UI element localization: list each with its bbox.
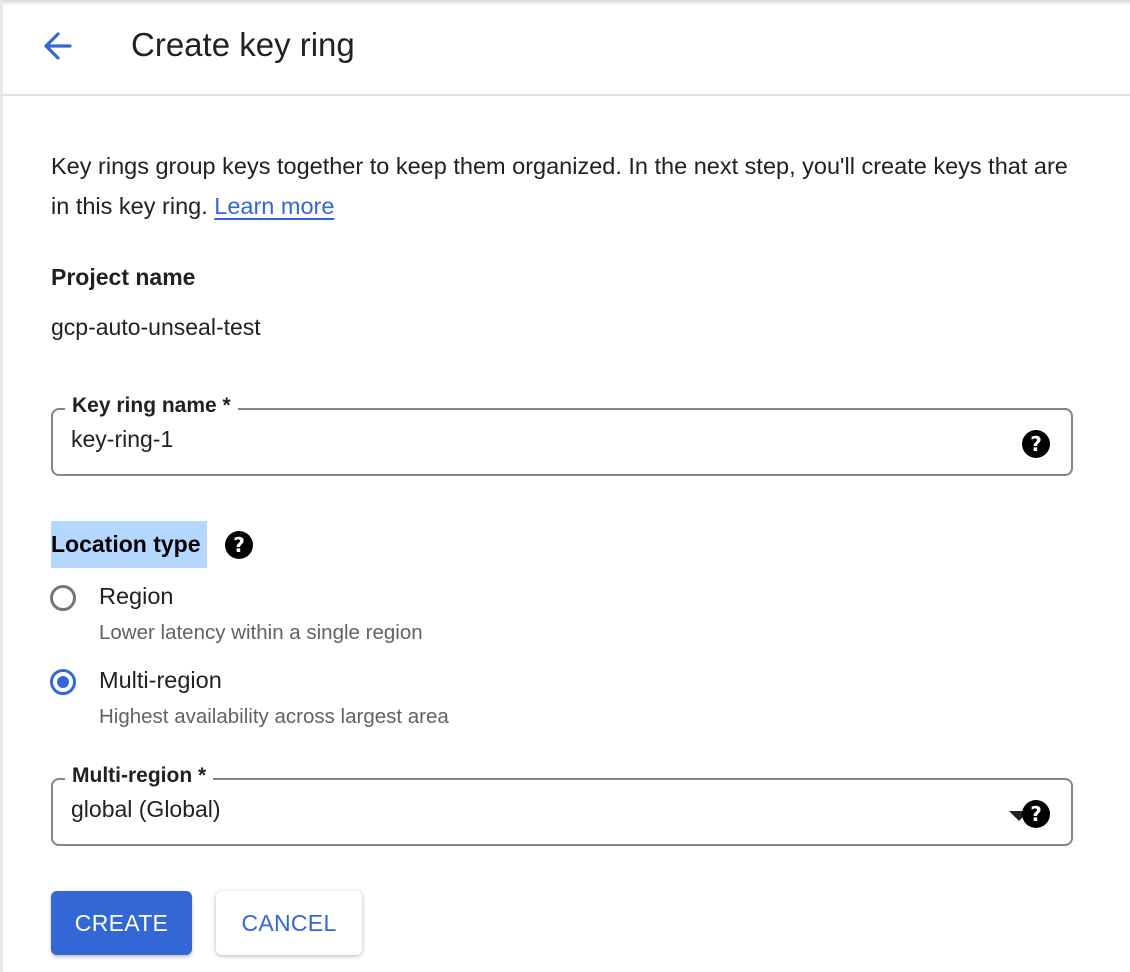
region-option-description: Lower latency within a single region [99,621,423,644]
multi-region-select[interactable]: Multi-region * global (Global) ? [51,764,1073,846]
create-button[interactable]: CREATE [51,891,192,955]
region-option-label[interactable]: Region [99,583,173,610]
radio-multi-region[interactable] [50,669,76,695]
page-title: Create key ring [131,26,355,63]
project-name-value: gcp-auto-unseal-test [51,314,261,340]
multi-region-select-value[interactable]: global (Global) [71,796,221,823]
help-icon[interactable]: ? [1022,430,1050,458]
key-ring-name-label: Key ring name * [65,394,238,418]
key-ring-name-field[interactable]: Key ring name * key-ring-1 ? [51,394,1073,476]
location-type-label: Location type [51,521,207,568]
back-button[interactable] [38,26,78,66]
arrow-back-icon [44,32,72,60]
multi-region-option-description: Highest availability across largest area [99,705,449,728]
left-edge [0,0,3,972]
radio-region[interactable] [50,585,76,611]
location-type-help-icon[interactable]: ? [225,531,253,559]
intro-description: Key rings group keys together to keep th… [51,153,1068,219]
page-header: Create key ring [0,0,1130,96]
key-ring-name-input[interactable]: key-ring-1 [71,426,173,453]
learn-more-link[interactable]: Learn more [214,193,334,219]
multi-region-option-label[interactable]: Multi-region [99,667,222,694]
help-icon[interactable]: ? [1022,800,1050,828]
cancel-button[interactable]: CANCEL [216,891,362,955]
intro-text: Key rings group keys together to keep th… [51,146,1091,226]
multi-region-select-label: Multi-region * [65,764,214,788]
project-name-label: Project name [51,264,196,290]
